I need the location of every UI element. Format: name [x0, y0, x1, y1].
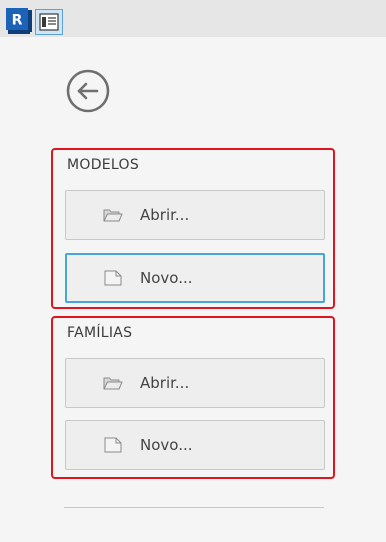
panel-toggle-button[interactable]: [35, 9, 63, 35]
families-section-title: FAMÍLIAS: [67, 325, 133, 341]
folder-open-icon: [103, 375, 123, 391]
revit-logo-icon: R: [6, 8, 32, 34]
title-bar: R: [0, 0, 386, 37]
open-family-button[interactable]: Abrir...: [65, 358, 325, 408]
new-model-label: Novo...: [140, 269, 193, 287]
models-section-title: MODELOS: [67, 157, 140, 173]
divider: [64, 507, 324, 508]
open-model-button[interactable]: Abrir...: [65, 190, 325, 240]
families-section: FAMÍLIAS Abrir... Novo...: [51, 316, 335, 479]
revit-logo-letter: R: [12, 13, 23, 29]
arrow-left-circle-icon: [66, 69, 110, 113]
new-model-button[interactable]: Novo...: [65, 253, 325, 303]
models-section: MODELOS Abrir... Novo...: [51, 148, 335, 309]
back-button[interactable]: [66, 69, 110, 113]
panel-list-icon: [39, 13, 59, 31]
new-family-button[interactable]: Novo...: [65, 420, 325, 470]
new-document-icon: [103, 270, 123, 286]
folder-open-icon: [103, 207, 123, 223]
new-document-icon: [103, 437, 123, 453]
open-family-label: Abrir...: [140, 374, 190, 392]
new-family-label: Novo...: [140, 436, 193, 454]
open-model-label: Abrir...: [140, 206, 190, 224]
